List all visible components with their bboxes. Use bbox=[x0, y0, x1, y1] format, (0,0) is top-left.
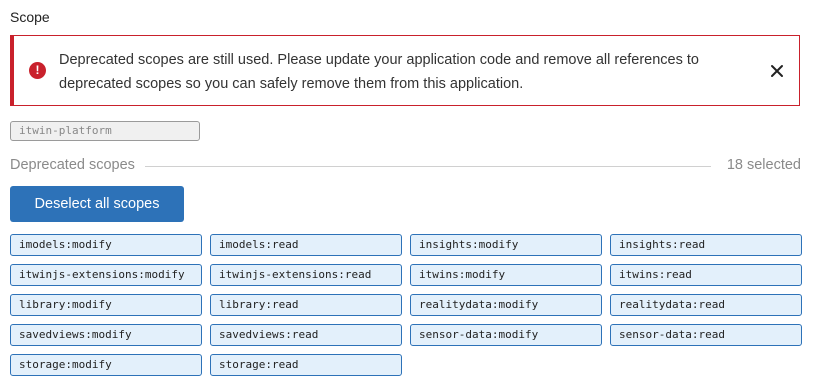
scope-chip[interactable]: itwins:modify bbox=[410, 264, 602, 286]
scope-chip[interactable]: insights:modify bbox=[410, 234, 602, 256]
scope-chip[interactable]: insights:read bbox=[610, 234, 802, 256]
scope-chip[interactable]: savedviews:modify bbox=[10, 324, 202, 346]
deprecated-scopes-label: Deprecated scopes bbox=[10, 157, 143, 173]
section-title: Scope bbox=[10, 9, 50, 25]
scope-chip[interactable]: itwinjs-extensions:modify bbox=[10, 264, 202, 286]
scope-chip[interactable]: imodels:modify bbox=[10, 234, 202, 256]
scope-grid: imodels:modify imodels:read insights:mod… bbox=[10, 234, 802, 376]
scope-chip[interactable]: imodels:read bbox=[210, 234, 402, 256]
scope-chip[interactable]: realitydata:read bbox=[610, 294, 802, 316]
deprecated-scopes-header: Deprecated scopes 18 selected bbox=[10, 156, 801, 176]
scope-chip[interactable]: sensor-data:modify bbox=[410, 324, 602, 346]
error-icon: ! bbox=[29, 62, 46, 79]
selected-count: 18 selected bbox=[726, 157, 801, 173]
deselect-all-button[interactable]: Deselect all scopes bbox=[10, 186, 184, 222]
close-icon[interactable] bbox=[769, 63, 785, 79]
scope-chip[interactable]: library:read bbox=[210, 294, 402, 316]
scope-chip[interactable]: itwins:read bbox=[610, 264, 802, 286]
divider-line bbox=[145, 166, 711, 167]
scope-chip[interactable]: storage:read bbox=[210, 354, 402, 376]
scope-chip[interactable]: library:modify bbox=[10, 294, 202, 316]
scope-chip[interactable]: sensor-data:read bbox=[610, 324, 802, 346]
alert-message: Deprecated scopes are still used. Please… bbox=[59, 52, 699, 92]
scope-chip[interactable]: realitydata:modify bbox=[410, 294, 602, 316]
scope-chip[interactable]: storage:modify bbox=[10, 354, 202, 376]
platform-scope-tag: itwin-platform bbox=[10, 121, 200, 141]
scope-chip[interactable]: itwinjs-extensions:read bbox=[210, 264, 402, 286]
scope-chip[interactable]: savedviews:read bbox=[210, 324, 402, 346]
deprecation-alert: ! Deprecated scopes are still used. Plea… bbox=[10, 35, 800, 106]
